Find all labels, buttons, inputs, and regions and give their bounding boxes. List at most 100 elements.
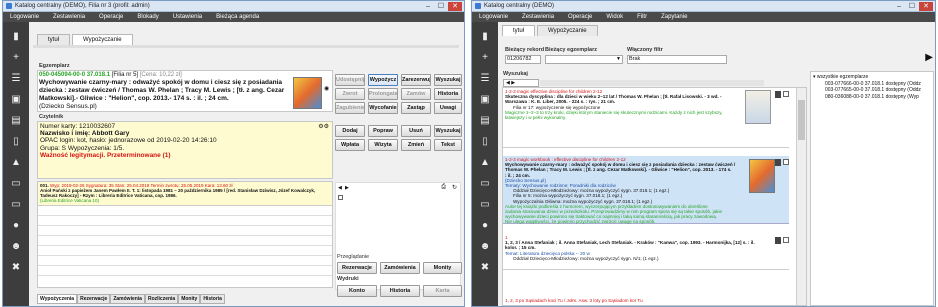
list-item[interactable]: 1-2-3 magic effective discipline for chi… xyxy=(503,88,789,148)
rec4-title[interactable]: 1, 2, 3 po Sąsiadach koci Tu / Jołm. Asw… xyxy=(505,298,643,303)
clipboard-icon[interactable]: ▭ xyxy=(10,178,22,189)
loan-checkbox[interactable] xyxy=(338,195,343,200)
rec3-book-icon[interactable] xyxy=(775,237,781,244)
book-icon[interactable]: ▮ xyxy=(479,31,491,42)
image-icon[interactable]: ▣ xyxy=(479,94,491,105)
konto-button[interactable]: Konto xyxy=(337,285,377,297)
tab-rezerwacje[interactable]: Rezerwacje xyxy=(77,294,111,304)
menu-zapytanie[interactable]: Zapytanie xyxy=(654,12,694,22)
menu-blokady[interactable]: Blokady xyxy=(130,12,165,22)
tekst-button[interactable]: Tekst xyxy=(434,139,462,151)
close-icon[interactable]: ✕ xyxy=(919,2,933,11)
menu-zestawienia[interactable]: Zestawienia xyxy=(515,12,561,22)
reader-tools-icon[interactable]: ⚙⚙ xyxy=(318,123,329,130)
tab-wypozyczanie[interactable]: Wypożyczanie xyxy=(72,34,133,45)
tree-collapse-icon[interactable]: ▾ xyxy=(813,74,816,80)
menu-zestawienia[interactable]: Zestawienia xyxy=(46,12,92,22)
prolongata-button[interactable]: Prolongata xyxy=(368,88,398,100)
prev-icon[interactable]: ◀ xyxy=(338,185,342,191)
close-icon[interactable]: ✕ xyxy=(448,2,462,11)
monitor-icon[interactable]: ▭ xyxy=(10,199,22,210)
export-icon[interactable]: ▲ xyxy=(10,157,22,168)
tree-item[interactable]: 080-036088-00-0 37.018.1 dostępny (Wyp xyxy=(813,94,931,101)
rec1-checkbox[interactable] xyxy=(783,91,789,97)
zagubienie-button[interactable]: Zagubienie xyxy=(335,102,365,114)
wypozycz-button[interactable]: Wypożycz xyxy=(368,74,398,86)
print-icon[interactable]: ⎙ xyxy=(441,184,446,191)
menu-ustawienia[interactable]: Ustawienia xyxy=(166,12,209,22)
play-icon[interactable]: ▶ xyxy=(925,52,933,63)
chart-icon[interactable]: ▤ xyxy=(479,115,491,126)
zastap-button[interactable]: Zastąp xyxy=(401,102,431,114)
document-icon[interactable]: ▯ xyxy=(10,136,22,147)
karta-button[interactable]: Karta xyxy=(423,285,462,297)
clipboard-icon[interactable]: ▭ xyxy=(479,178,491,189)
usun-button[interactable]: Usuń xyxy=(401,125,431,137)
rec3-checkbox[interactable] xyxy=(783,237,789,243)
dodaj-button[interactable]: Dodaj xyxy=(335,125,365,137)
tools-icon[interactable]: ✖ xyxy=(479,262,491,273)
wyszukaj-egz-button[interactable]: Wyszukaj xyxy=(434,74,462,86)
wyszukaj-czyt-button[interactable]: Wyszukaj xyxy=(434,125,462,137)
list-item[interactable]: 001. Wyp: 2019-02-26 Sygnatura: 35 Stan:… xyxy=(38,182,332,206)
menu-logowanie[interactable]: Logowanie xyxy=(472,12,515,22)
wycofanie-button[interactable]: Wycofanie xyxy=(368,102,398,114)
menu-logowanie[interactable]: Logowanie xyxy=(3,12,46,22)
list-item[interactable]: 1-2-3 magic workbook : effective discipl… xyxy=(503,156,789,224)
rec2-book-icon[interactable] xyxy=(775,159,781,166)
minimize-icon[interactable]: – xyxy=(897,2,901,11)
cover-info-icon[interactable]: ◉ xyxy=(324,85,329,92)
add-icon[interactable]: + xyxy=(479,52,491,63)
wizyta-button[interactable]: Wizyta xyxy=(368,139,398,151)
udostepnij-button[interactable]: Udostępnij xyxy=(335,74,365,86)
menu-operacje[interactable]: Operacje xyxy=(561,12,599,22)
add-icon[interactable]: + xyxy=(10,52,22,63)
rec2-checkbox[interactable] xyxy=(783,159,789,165)
monity-button[interactable]: Monity xyxy=(423,262,462,274)
rekord-field[interactable]: 01206782 xyxy=(505,55,541,64)
uwagi-button[interactable]: Uwagi xyxy=(434,102,462,114)
users-icon[interactable]: ● xyxy=(10,220,22,231)
zwrot-button[interactable]: Zwrot xyxy=(335,88,365,100)
tab-zamowienia[interactable]: Zamówienia xyxy=(110,294,145,304)
document-icon[interactable]: ▯ xyxy=(479,136,491,147)
tree-item[interactable]: 003-077665-00-0 37.018.1 dostępny (Oddz xyxy=(813,87,931,94)
menu-operacje[interactable]: Operacje xyxy=(92,12,130,22)
scrollbar-thumb[interactable] xyxy=(798,100,805,140)
tools-icon[interactable]: ✖ xyxy=(10,262,22,273)
egzemplarz-select[interactable]: ▼ xyxy=(545,55,623,64)
popraw-button[interactable]: Popraw xyxy=(368,125,398,137)
next-icon[interactable]: ▶ xyxy=(345,185,349,191)
search-nav[interactable]: ◀ ▶ xyxy=(503,79,539,87)
monitor-icon[interactable]: ▭ xyxy=(479,199,491,210)
maximize-icon[interactable]: ☐ xyxy=(909,2,915,11)
results-scrollbar[interactable] xyxy=(796,88,806,305)
list-item[interactable]: 1 1, 2, 3 / Anna Stefaniak ; il. Anna St… xyxy=(503,234,789,270)
filtr-field[interactable]: Brak xyxy=(627,55,727,64)
user-icon[interactable]: ☻ xyxy=(10,241,22,252)
image-icon[interactable]: ▣ xyxy=(10,94,22,105)
list-icon[interactable]: ☰ xyxy=(10,73,22,84)
chart-icon[interactable]: ▤ xyxy=(10,115,22,126)
book-icon[interactable]: ▮ xyxy=(10,31,22,42)
zamowienia-button[interactable]: Zamówienia xyxy=(380,262,420,274)
historia-print-button[interactable]: Historia xyxy=(380,285,420,297)
export-icon[interactable]: ▲ xyxy=(479,157,491,168)
historia-egz-button[interactable]: Historia xyxy=(434,88,462,100)
rec1-book-icon[interactable] xyxy=(775,91,781,98)
refresh-icon[interactable]: ↻ xyxy=(452,184,457,191)
minimize-icon[interactable]: – xyxy=(426,2,430,11)
menu-biezaca-agenda[interactable]: Bieżąca agenda xyxy=(209,12,266,22)
users-icon[interactable]: ● xyxy=(479,220,491,231)
zamow-button[interactable]: Zamów xyxy=(401,88,431,100)
tab-wypozyczanie[interactable]: Wypożyczanie xyxy=(537,25,598,36)
menu-widok[interactable]: Widok xyxy=(599,12,630,22)
list-icon[interactable]: ☰ xyxy=(479,73,491,84)
tab-tytul[interactable]: tytuł xyxy=(502,25,536,36)
rezerwacje-button[interactable]: Rezerwacje xyxy=(337,262,377,274)
menu-filtr[interactable]: Filtr xyxy=(630,12,654,22)
tab-monity[interactable]: Monity xyxy=(178,294,201,304)
tab-tytul[interactable]: tytuł xyxy=(37,34,71,45)
tab-rozliczenia[interactable]: Rozliczenia xyxy=(144,294,179,304)
wplata-button[interactable]: Wpłata xyxy=(335,139,365,151)
